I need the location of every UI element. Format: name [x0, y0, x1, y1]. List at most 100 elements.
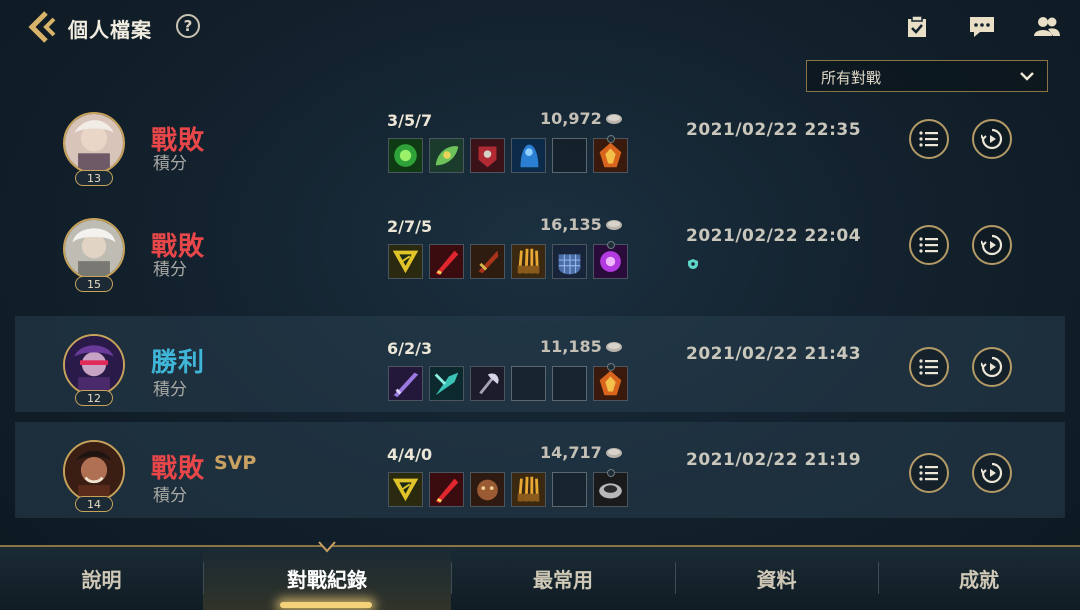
purple-orb-item-icon: [593, 241, 628, 279]
teal-blade-item-icon: [429, 366, 464, 401]
item-slots: [388, 363, 628, 401]
svp-badge: SVP: [214, 452, 257, 474]
match-mode: 積分: [153, 154, 187, 174]
match-detail-button[interactable]: [909, 225, 949, 265]
help-button[interactable]: ?: [176, 14, 200, 38]
empty-item-slot: [552, 366, 587, 401]
empty-item-slot: [552, 138, 587, 173]
gold-amount: 11,185: [540, 337, 602, 356]
claw-gauntlet-item-icon: [511, 244, 546, 279]
nav-divider: [451, 562, 452, 594]
match-row[interactable]: 12 勝利 積分 6/2/3 11,185 2021/02/22 21:43: [15, 316, 1065, 412]
match-detail-button[interactable]: [909, 347, 949, 387]
list-icon: [919, 131, 938, 147]
match-datetime: 2021/02/22 21:19: [686, 450, 862, 470]
green-leaf-item-icon: [429, 138, 464, 173]
hero-avatar: [63, 334, 125, 396]
list-icon: [919, 465, 938, 481]
match-row[interactable]: 13 戰敗 積分 3/5/7 10,972 2021/02/22 22:35: [15, 98, 1065, 194]
triangle-rune-item-icon: [388, 472, 423, 507]
kda-score: 2/7/5: [387, 217, 433, 236]
hero-avatar: [63, 218, 125, 280]
shield-icon: [688, 259, 698, 269]
item-slots: [388, 135, 628, 173]
match-replay-button[interactable]: [972, 225, 1012, 265]
crimson-dagger-item-icon: [470, 244, 505, 279]
empty-item-slot: [552, 472, 587, 507]
gold-amount: 10,972: [540, 109, 602, 128]
back-button[interactable]: [24, 10, 64, 44]
gold-icon: [606, 342, 622, 352]
filter-selected-label: 所有對戰: [821, 69, 882, 87]
hero-level-badge: 13: [75, 170, 113, 186]
item-slots: [388, 469, 628, 507]
active-tab-glow: [280, 602, 372, 608]
match-row[interactable]: 14 戰敗 SVP 積分 4/4/0 14,717 2021/02/22 21:…: [15, 422, 1065, 518]
list-icon: [919, 237, 938, 253]
kda-score: 4/4/0: [387, 445, 433, 464]
match-detail-button[interactable]: [909, 119, 949, 159]
iron-ring-item-icon: [593, 469, 628, 507]
hero-level-badge: 15: [75, 276, 113, 292]
list-icon: [919, 359, 938, 375]
red-blade-item-icon: [429, 244, 464, 279]
hero-avatar: [63, 440, 125, 502]
match-detail-button[interactable]: [909, 453, 949, 493]
match-datetime: 2021/02/22 21:43: [686, 344, 862, 364]
friends-button[interactable]: [1032, 12, 1062, 42]
item-slots: [388, 241, 628, 279]
gold-icon: [606, 448, 622, 458]
match-mode: 積分: [153, 260, 187, 280]
silver-axe-item-icon: [470, 366, 505, 401]
claw-gauntlet-item-icon: [511, 472, 546, 507]
nav-divider: [878, 562, 879, 594]
gold-icon: [606, 220, 622, 230]
checklist-button[interactable]: [902, 12, 932, 42]
hero-level-badge: 12: [75, 390, 113, 406]
tab-achievements[interactable]: 成就: [878, 547, 1080, 610]
kda-score: 6/2/3: [387, 339, 433, 358]
replay-icon: [981, 234, 1003, 256]
chevron-down-icon: [1020, 72, 1034, 81]
chat-icon: [970, 17, 994, 37]
active-tab-indicator-icon: [318, 541, 336, 553]
purple-sword-item-icon: [388, 366, 423, 401]
match-filter-dropdown[interactable]: 所有對戰: [806, 60, 1048, 92]
match-mode: 積分: [153, 486, 187, 506]
kda-score: 3/5/7: [387, 111, 433, 130]
flame-emblem-item-icon: [593, 363, 628, 401]
green-rune-item-icon: [388, 138, 423, 173]
match-replay-button[interactable]: [972, 347, 1012, 387]
match-replay-button[interactable]: [972, 453, 1012, 493]
gold-icon: [606, 114, 622, 124]
gold-amount: 14,717: [540, 443, 602, 462]
checklist-icon: [908, 15, 926, 37]
tab-stats[interactable]: 資料: [675, 547, 878, 610]
friends-icon: [1034, 17, 1060, 36]
replay-icon: [981, 356, 1003, 378]
gold-amount: 16,135: [540, 215, 602, 234]
match-row[interactable]: 15 戰敗 積分 2/7/5 16,135 2021/02/22 22:04: [15, 204, 1065, 300]
tab-match-history[interactable]: 對戰紀錄: [203, 547, 451, 610]
red-blade-item-icon: [429, 472, 464, 507]
chat-button[interactable]: [967, 12, 997, 42]
tab-help[interactable]: 說明: [0, 547, 203, 610]
blue-cloak-item-icon: [511, 138, 546, 173]
bottom-nav: 說明 對戰紀錄 最常用 資料 成就: [0, 545, 1080, 610]
replay-icon: [981, 128, 1003, 150]
match-replay-button[interactable]: [972, 119, 1012, 159]
match-mode: 積分: [153, 380, 187, 400]
scale-mail-item-icon: [552, 244, 587, 279]
hero-level-badge: 14: [75, 496, 113, 512]
page-title: 個人檔案: [68, 18, 152, 42]
triangle-rune-item-icon: [388, 244, 423, 279]
tab-most-used[interactable]: 最常用: [451, 547, 675, 610]
hero-avatar: [63, 112, 125, 174]
match-result: 勝利: [151, 348, 206, 378]
red-armor-item-icon: [470, 138, 505, 173]
nav-divider: [675, 562, 676, 594]
beast-mask-item-icon: [470, 472, 505, 507]
chevron-left-icon: [28, 11, 56, 43]
replay-icon: [981, 462, 1003, 484]
match-datetime: 2021/02/22 22:04: [686, 226, 862, 246]
